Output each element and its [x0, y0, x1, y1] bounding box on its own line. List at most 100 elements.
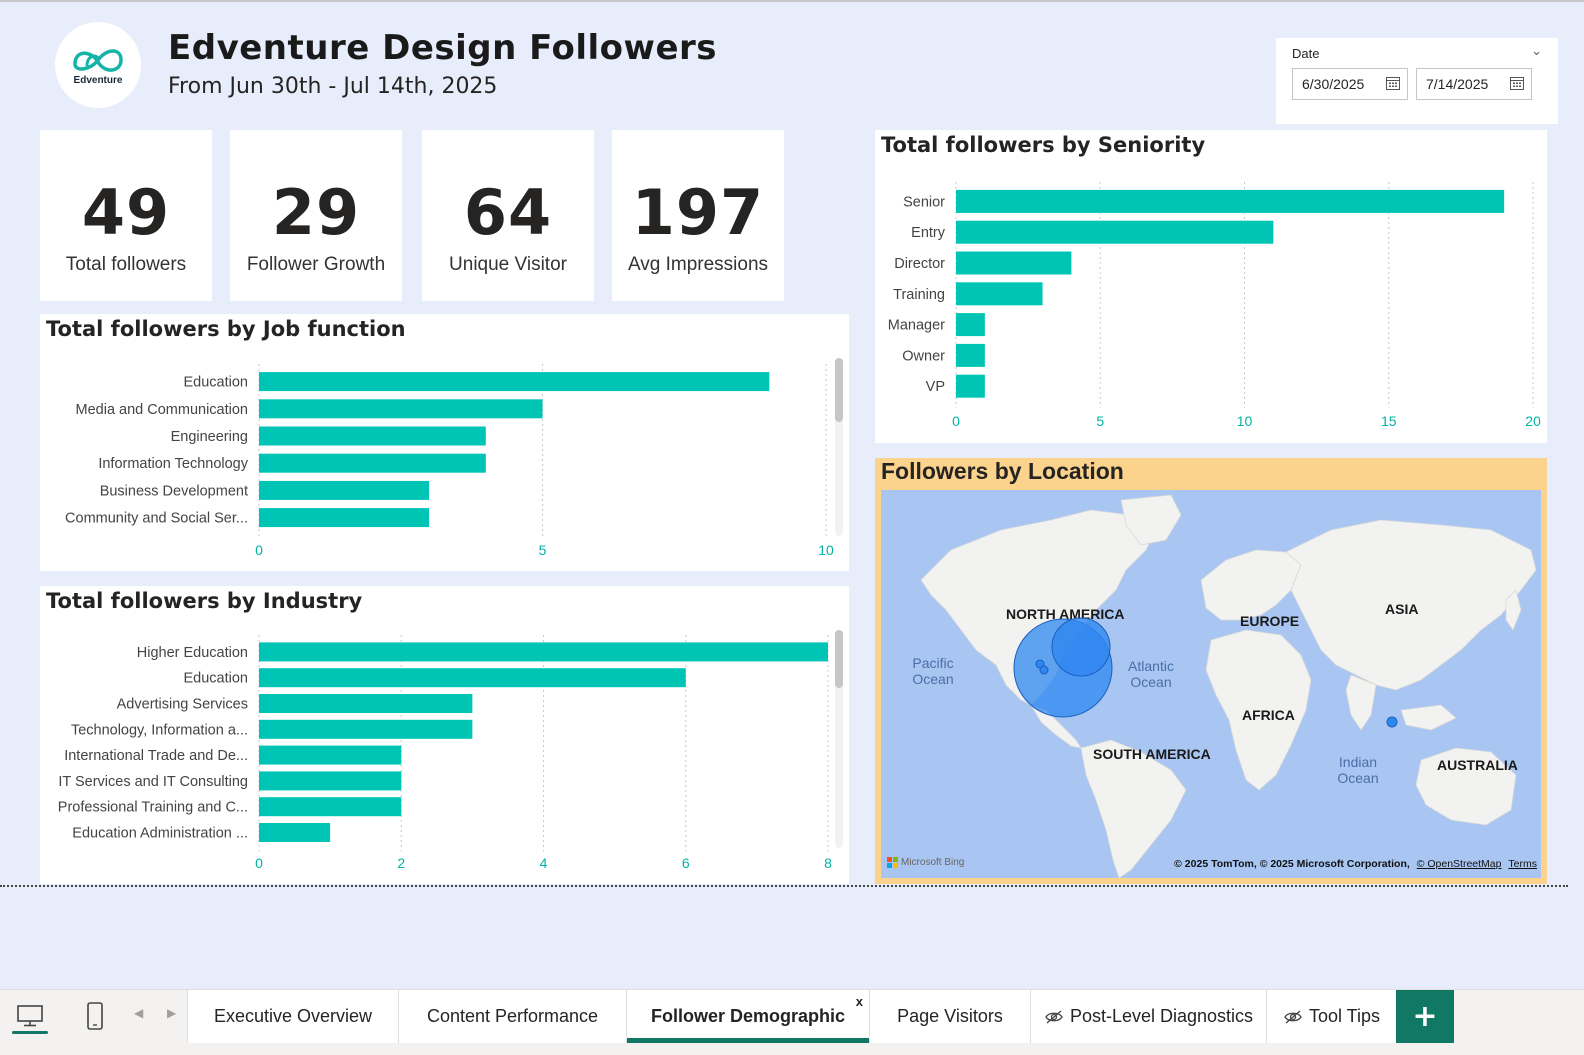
bar[interactable]	[259, 771, 402, 791]
hidden-eye-icon	[1045, 1010, 1063, 1023]
monitor-icon	[17, 1005, 43, 1027]
bing-branding: Microsoft Bing	[887, 857, 964, 868]
bar[interactable]	[259, 426, 486, 446]
kpi-label: Total followers	[65, 254, 187, 275]
job-function-chart-panel[interactable]: Total followers by Job function 0 5 10 Educ…	[40, 314, 849, 571]
bar[interactable]	[259, 480, 430, 500]
scrollbar[interactable]	[835, 630, 843, 848]
scrollbar[interactable]	[835, 358, 843, 536]
category-label: Director	[894, 256, 945, 272]
close-tab-button[interactable]: x	[856, 994, 863, 1009]
x-tick-label: 2	[397, 855, 405, 871]
add-page-button[interactable]: +	[1396, 990, 1454, 1043]
bar[interactable]	[259, 797, 402, 817]
active-view-indicator	[12, 1031, 48, 1034]
bar[interactable]	[259, 399, 543, 419]
chevron-right-icon[interactable]: ▶	[167, 1006, 176, 1020]
infinity-logo-icon	[73, 49, 123, 72]
category-label: IT Services and IT Consulting	[58, 774, 248, 790]
industry-chart[interactable]: 0 2 4 6 8 Higher Education Education Advertisin…	[40, 586, 849, 884]
page-subtitle: From Jun 30th - Jul 14th, 2025	[168, 74, 498, 99]
bar[interactable]	[956, 343, 985, 367]
category-label: Technology, Information a...	[71, 722, 248, 738]
location-map-panel[interactable]: Followers by Location NORTH AMERICA EURO…	[875, 458, 1547, 884]
page-title: Edventure Design Followers	[168, 28, 718, 68]
category-label: Senior	[903, 194, 945, 210]
kpi-value: 29	[271, 176, 361, 249]
page-boundary-line	[0, 885, 1568, 887]
bar[interactable]	[259, 372, 770, 392]
category-label: Engineering	[171, 429, 248, 445]
tab-tool-tips[interactable]: Tool Tips	[1266, 990, 1396, 1043]
date-slicer[interactable]: Date ⌄ 6/30/2025 7/14/2025	[1276, 38, 1558, 124]
bar[interactable]	[956, 220, 1274, 244]
bar[interactable]	[259, 642, 828, 662]
location-bubble[interactable]	[1051, 617, 1111, 677]
bar[interactable]	[956, 189, 1505, 213]
category-label: Professional Training and C...	[58, 800, 248, 816]
kpi-value: 197	[631, 176, 765, 249]
x-tick-label: 6	[682, 855, 690, 871]
osm-link[interactable]: © OpenStreetMap	[1417, 858, 1502, 870]
x-tick-label: 0	[255, 542, 263, 558]
bar[interactable]	[956, 313, 985, 337]
bar[interactable]	[259, 694, 473, 713]
bar[interactable]	[956, 374, 985, 398]
x-tick-label: 0	[952, 413, 960, 429]
category-label: Education	[184, 671, 249, 687]
tab-label: Follower Demographic	[650, 1006, 846, 1026]
date-to-input[interactable]: 7/14/2025	[1416, 68, 1532, 100]
logo-text: Edventure	[73, 75, 123, 86]
category-label: Education Administration ...	[72, 826, 248, 842]
desktop-view-button[interactable]	[12, 998, 48, 1034]
tab-follower-demographic[interactable]: Follower Demographic x	[626, 990, 869, 1043]
x-tick-label: 4	[540, 855, 548, 871]
terms-link[interactable]: Terms	[1508, 858, 1537, 870]
calendar-icon[interactable]	[1385, 75, 1401, 91]
industry-chart-panel[interactable]: Total followers by Industry 0 2 4 6 8 Higher …	[40, 586, 849, 884]
scrollbar-thumb[interactable]	[835, 358, 843, 422]
category-label: Manager	[888, 318, 945, 334]
category-label: Education	[184, 375, 249, 391]
category-label: VP	[926, 379, 945, 395]
date-from-input[interactable]: 6/30/2025	[1292, 68, 1408, 100]
hidden-eye-icon	[1284, 1010, 1302, 1023]
bar[interactable]	[259, 719, 473, 739]
x-tick-label: 5	[539, 542, 547, 558]
tab-label: Content Performance	[426, 1006, 599, 1026]
kpi-value: 64	[463, 176, 553, 249]
kpi-card-avg-impressions: 197 Avg Impressions	[612, 130, 784, 301]
location-bubble[interactable]	[1386, 716, 1398, 728]
bar[interactable]	[259, 508, 430, 528]
location-bubble[interactable]	[1039, 665, 1049, 675]
bar[interactable]	[259, 823, 331, 842]
bar[interactable]	[956, 251, 1072, 275]
kpi-card-total-followers: 49 Total followers	[40, 130, 212, 301]
date-to-value: 7/14/2025	[1426, 76, 1489, 92]
world-map[interactable]: NORTH AMERICA EUROPE ASIA AFRICA SOUTH A…	[881, 490, 1541, 878]
job-function-chart[interactable]: 0 5 10 Education Media and Communication Engi…	[40, 314, 849, 571]
bar[interactable]	[956, 282, 1043, 306]
chevron-left-icon[interactable]: ◀	[134, 1006, 143, 1020]
bar[interactable]	[259, 668, 686, 688]
map-title: Followers by Location	[881, 458, 1124, 484]
kpi-value: 49	[81, 176, 171, 249]
tab-executive-overview[interactable]: Executive Overview	[187, 990, 398, 1043]
category-label: Training	[893, 287, 945, 303]
tab-content-performance[interactable]: Content Performance	[398, 990, 626, 1043]
tab-page-visitors[interactable]: Page Visitors	[869, 990, 1030, 1043]
bar[interactable]	[259, 453, 486, 473]
category-label: Owner	[902, 348, 945, 364]
seniority-chart[interactable]: 0 5 10 15 20 Senior Entry Director Training Manag…	[875, 130, 1547, 443]
category-label: Media and Communication	[76, 402, 248, 418]
calendar-icon[interactable]	[1509, 75, 1525, 91]
x-tick-label: 20	[1525, 413, 1541, 429]
bing-text: Microsoft Bing	[901, 857, 965, 868]
chevron-down-icon[interactable]: ⌄	[1531, 44, 1542, 59]
tab-post-level-diagnostics[interactable]: Post-Level Diagnostics	[1030, 990, 1266, 1043]
scrollbar-thumb[interactable]	[835, 630, 843, 688]
kpi-label: Unique Visitor	[449, 254, 567, 275]
mobile-view-button[interactable]	[77, 998, 113, 1034]
bar[interactable]	[259, 745, 402, 765]
seniority-chart-panel[interactable]: Total followers by Seniority 0 5 10 15 20 Sen…	[875, 130, 1547, 443]
